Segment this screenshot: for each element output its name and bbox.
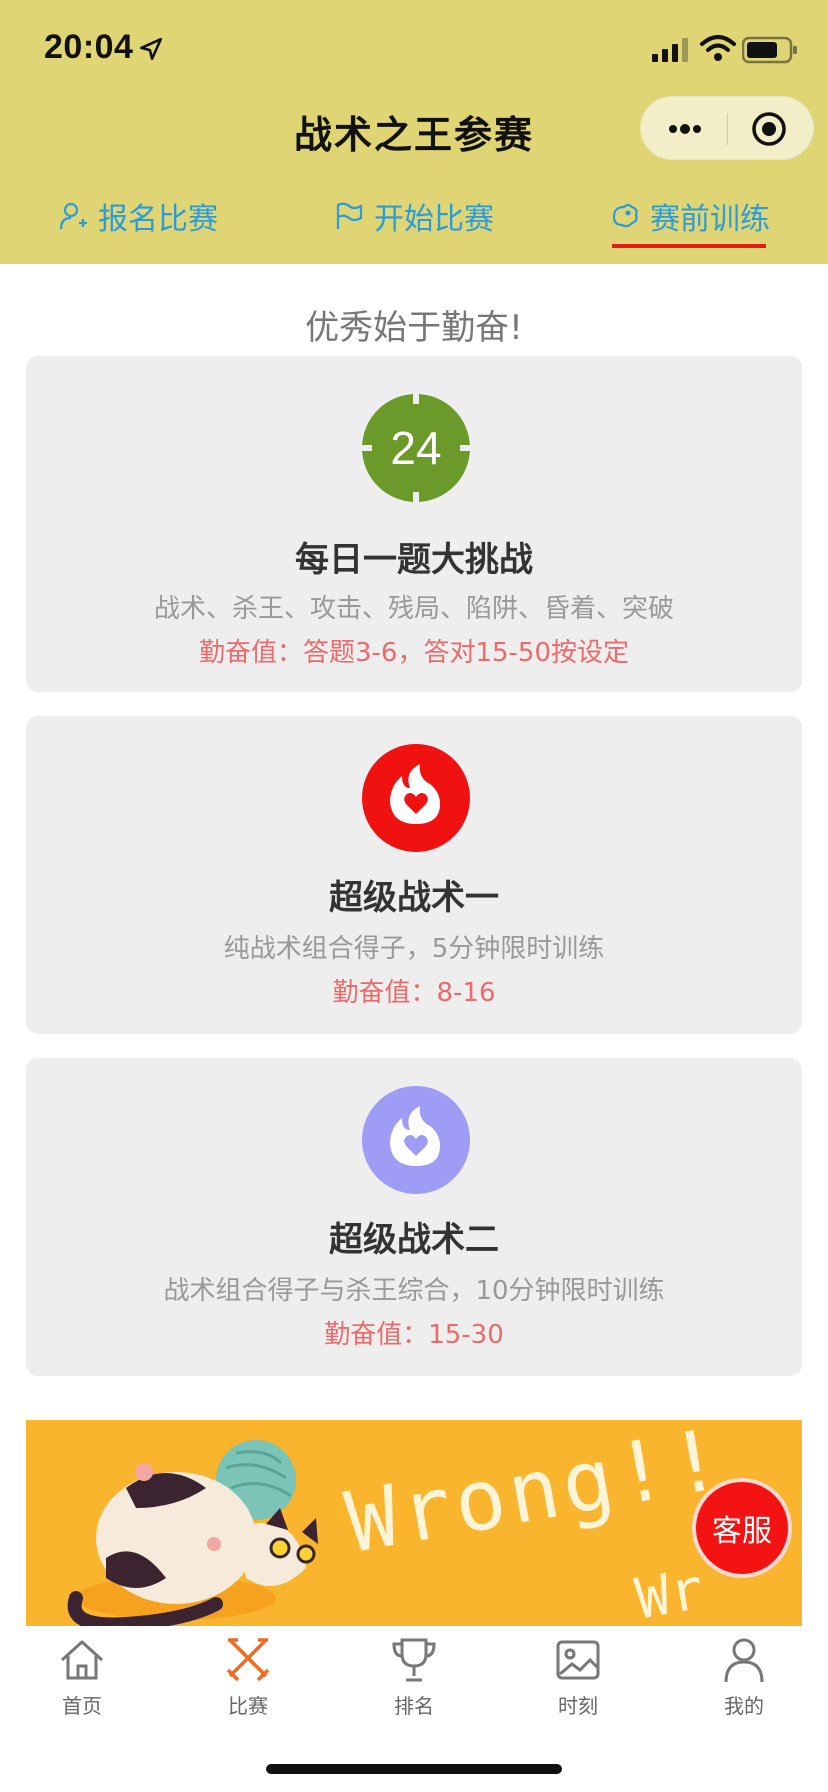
badge-number: 24 [390,422,441,474]
wifi-icon [700,35,736,61]
tabbar-label: 比赛 [228,1694,268,1718]
card-daily-challenge[interactable]: 24 每日一题大挑战 战术、杀王、攻击、残局、陷阱、昏着、突破 勤奋值：答题3-… [26,356,802,692]
training-icon [612,203,638,228]
flame-heart-icon [362,1086,470,1194]
header: 20:04 战术之王参赛 报名比赛 开始比赛 赛前训练 [0,0,828,264]
active-tab-indicator [612,244,766,248]
top-tabs: 报名比赛 开始比赛 赛前训练 [0,186,828,246]
flag-icon [336,202,363,229]
card-description: 战术组合得子与杀王综合，10分钟限时训练 [163,1276,665,1306]
card-title: 每日一题大挑战 [295,540,533,580]
tabbar-label: 时刻 [558,1694,598,1718]
more-dots-icon[interactable] [665,115,705,143]
card-title: 超级战术一 [329,878,499,918]
tab-label: 赛前训练 [650,202,770,237]
profile-icon [724,1638,764,1683]
photo-icon [556,1640,600,1680]
card-description: 纯战术组合得子，5分钟限时训练 [223,934,605,964]
location-arrow-icon [139,37,163,61]
card-super-tactic-2[interactable]: 超级战术二 战术组合得子与杀王综合，10分钟限时训练 勤奋值：15-30 [26,1058,802,1376]
tab-register[interactable]: 报名比赛 [58,186,218,246]
card-diligence-value: 勤奋值：答题3-6，答对15-50按设定 [198,638,630,668]
tabbar-item-home[interactable]: 首页 [22,1636,142,1719]
customer-service-button[interactable]: 客服 [692,1478,792,1578]
swords-icon [226,1638,270,1682]
capsule-divider [727,113,728,145]
home-icon [60,1640,104,1680]
banner-text: Wrong!! [338,1420,733,1572]
home-indicator [266,1764,562,1774]
tab-training[interactable]: 赛前训练 [610,186,770,246]
promo-banner[interactable]: Wrong!! Wr [26,1420,802,1626]
cat-illustration-icon [67,1440,318,1626]
card-description: 战术、杀王、攻击、残局、陷阱、昏着、突破 [153,594,674,624]
cellular-signal-icon [652,38,688,62]
card-diligence-value: 勤奋值：8-16 [332,978,496,1008]
tabbar-item-ranking[interactable]: 排名 [354,1636,474,1719]
trophy-icon [392,1638,436,1682]
card-diligence-value: 勤奋值：15-30 [324,1320,504,1350]
tabbar-label: 我的 [724,1694,764,1718]
status-time: 20:04 [44,28,134,66]
tabbar-label: 排名 [394,1694,434,1718]
tabbar-item-match[interactable]: 比赛 [188,1636,308,1719]
battery-icon [742,36,797,64]
user-plus-icon [59,202,87,230]
flame-heart-icon [362,744,470,852]
status-bar: 20:04 [0,0,828,96]
card-super-tactic-1[interactable]: 超级战术一 纯战术组合得子，5分钟限时训练 勤奋值：8-16 [26,716,802,1034]
close-target-icon[interactable] [751,111,787,147]
tabbar-label: 首页 [62,1694,102,1718]
banner-text-secondary: Wr [630,1556,709,1626]
24-badge-icon: 24 [360,392,472,504]
tab-label: 开始比赛 [374,202,494,237]
tabbar-item-mine[interactable]: 我的 [684,1636,804,1719]
card-title: 超级战术二 [329,1220,499,1260]
tab-start[interactable]: 开始比赛 [334,186,494,246]
slogan: 优秀始于勤奋! [305,308,523,348]
tabbar-item-moments[interactable]: 时刻 [518,1636,638,1719]
tab-label: 报名比赛 [98,202,218,237]
mini-program-capsule [640,96,814,160]
